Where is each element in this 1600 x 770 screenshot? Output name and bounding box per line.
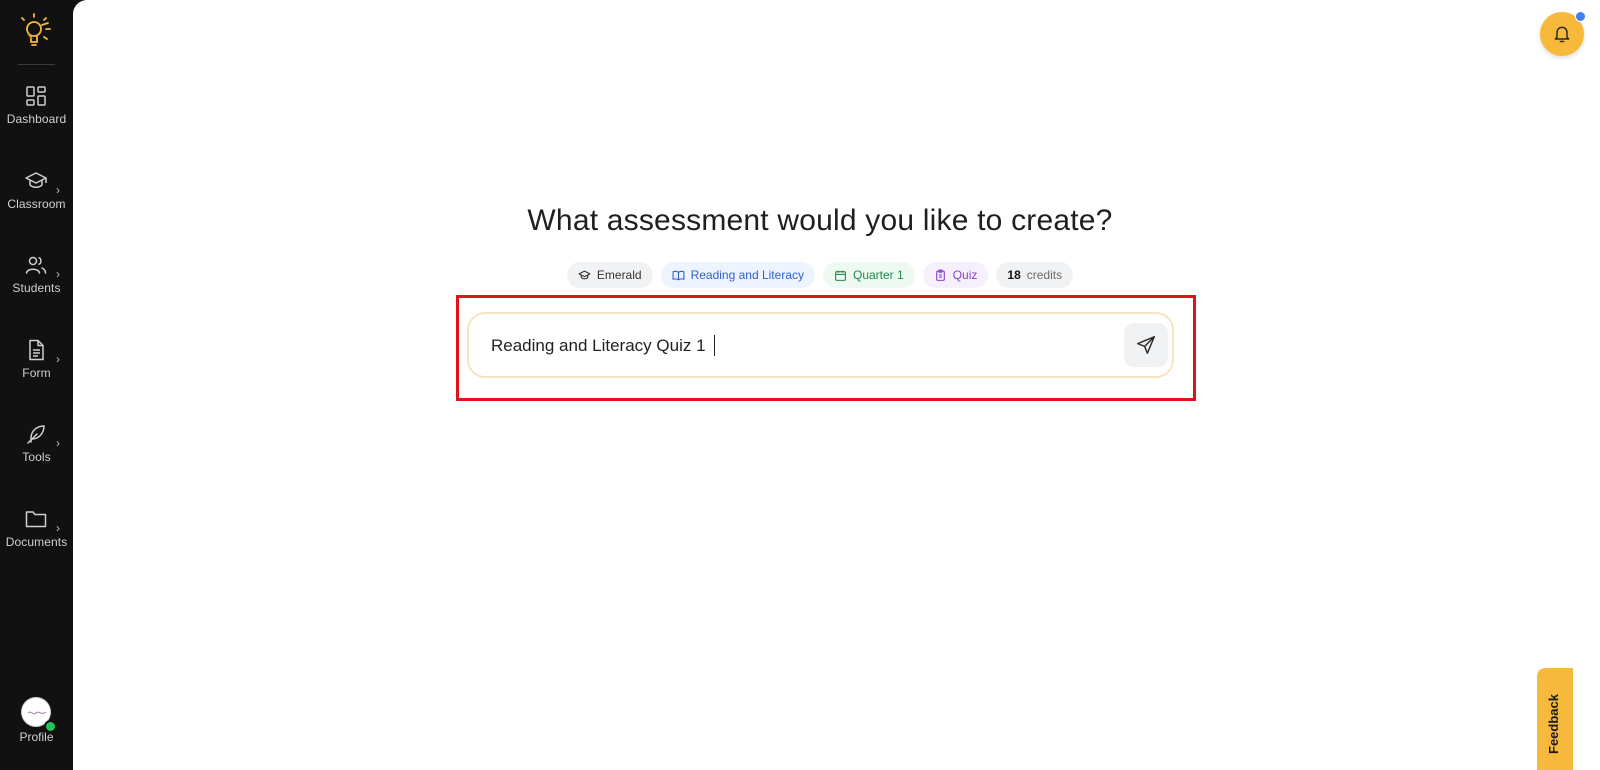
grade-chip-label: Emerald <box>596 268 642 282</box>
clipboard-icon <box>935 269 945 281</box>
subject-chip-label: Reading and Literacy <box>690 268 804 282</box>
sidebar-item-dashboard[interactable]: Dashboard <box>0 84 73 144</box>
sidebar-item-form[interactable]: › Form <box>0 338 73 398</box>
credits-count: 18 <box>1007 268 1021 282</box>
chevron-right-icon: › <box>56 352 60 366</box>
main-panel: What assessment would you like to create… <box>73 0 1600 770</box>
sidebar-item-documents[interactable]: › Documents <box>0 507 73 567</box>
sidebar-item-label: Students <box>12 281 61 295</box>
credits-chip: 18 credits <box>996 262 1074 288</box>
lightbulb-logo[interactable] <box>18 12 54 52</box>
book-open-icon <box>672 270 685 280</box>
context-chips: Emerald Reading and Literacy Quarter 1 Q… <box>73 262 1567 288</box>
assessment-prompt-input[interactable] <box>489 326 1093 366</box>
feather-icon <box>24 422 48 446</box>
sidebar-item-label: Classroom <box>7 197 66 211</box>
quarter-chip-label: Quarter 1 <box>853 268 904 282</box>
assessment-type-chip-label: Quiz <box>952 268 978 282</box>
text-caret <box>714 335 715 356</box>
sidebar-item-label: Profile <box>19 730 54 744</box>
feedback-label: Feedback <box>1546 694 1561 754</box>
credits-label: credits <box>1026 268 1063 282</box>
assessment-type-chip: Quiz <box>922 262 989 288</box>
graduation-cap-icon <box>24 169 48 193</box>
grade-chip: Emerald <box>566 262 653 288</box>
sidebar-item-label: Tools <box>22 450 51 464</box>
dashboard-grid-icon <box>24 84 48 108</box>
users-icon <box>24 253 48 277</box>
send-button[interactable] <box>1124 323 1168 367</box>
chevron-right-icon: › <box>56 183 60 197</box>
logo-divider <box>18 64 55 65</box>
sidebar-item-label: Dashboard <box>6 112 67 126</box>
sidebar-item-classroom[interactable]: › Classroom <box>0 169 73 229</box>
calendar-icon <box>835 270 846 281</box>
feedback-button[interactable]: Feedback <box>1537 668 1573 770</box>
chevron-right-icon: › <box>56 436 60 450</box>
unread-indicator <box>1575 11 1586 22</box>
document-icon <box>24 338 48 362</box>
send-icon <box>1137 336 1155 354</box>
sidebar-item-profile[interactable]: Profile <box>0 697 73 757</box>
sidebar-item-tools[interactable]: › Tools <box>0 422 73 482</box>
chevron-right-icon: › <box>56 267 60 281</box>
folder-icon <box>24 507 48 531</box>
sidebar-item-label: Documents <box>5 535 68 549</box>
prompt-input-container <box>467 312 1174 378</box>
sidebar-item-label: Form <box>22 366 51 380</box>
sidebar: Dashboard › Classroom › Students › Form … <box>0 0 73 770</box>
bell-icon <box>1554 26 1570 43</box>
page-title: What assessment would you like to create… <box>527 204 1113 237</box>
quarter-chip: Quarter 1 <box>823 262 915 288</box>
sidebar-item-students[interactable]: › Students <box>0 253 73 313</box>
graduation-cap-icon <box>578 270 591 279</box>
chevron-right-icon: › <box>56 521 60 535</box>
subject-chip: Reading and Literacy <box>660 262 815 288</box>
